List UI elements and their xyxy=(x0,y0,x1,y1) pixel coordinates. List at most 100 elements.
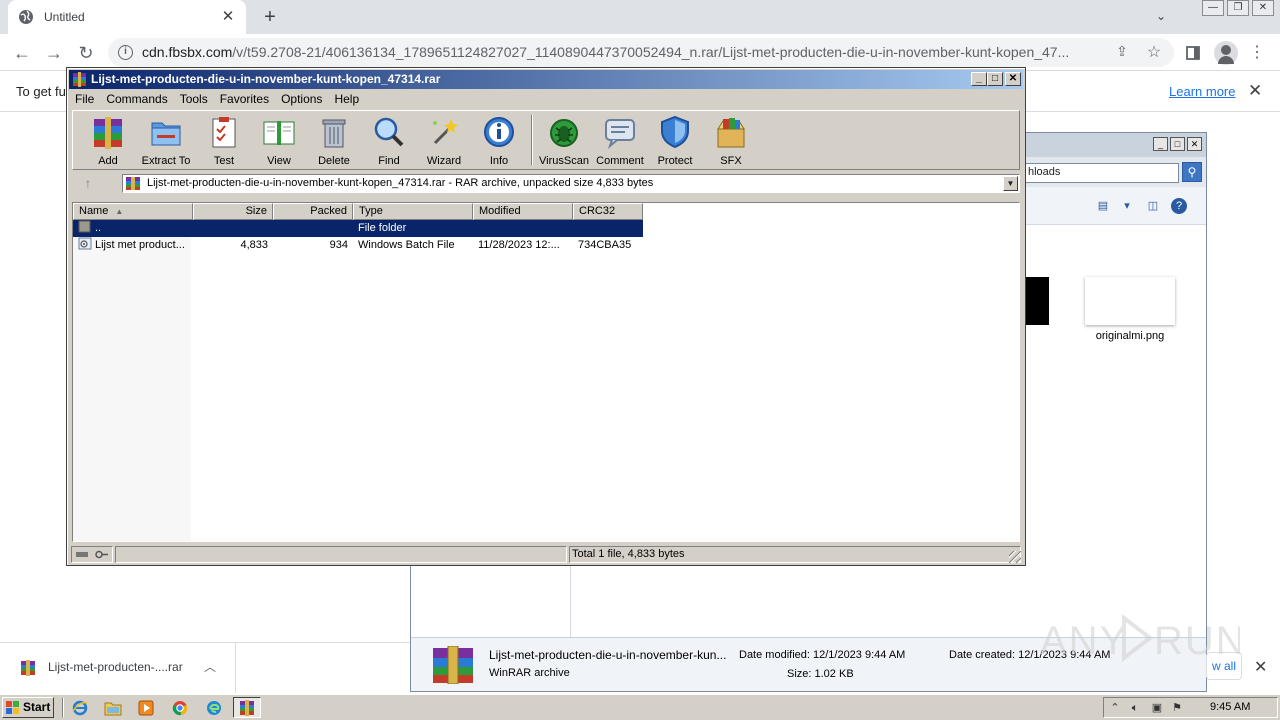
archive-file-list: Name ▲ Size Packed Type Modified CRC32 .… xyxy=(72,202,1020,542)
view-options-icon[interactable]: ▤ xyxy=(1095,199,1111,213)
table-row[interactable]: .. File folder xyxy=(73,220,643,237)
back-arrow-icon[interactable]: ← xyxy=(10,41,34,65)
start-button[interactable]: Start xyxy=(2,697,54,718)
close-button[interactable]: ✕ xyxy=(1252,0,1274,16)
up-one-level-icon[interactable]: ↑ xyxy=(78,175,98,191)
site-info-icon[interactable]: i xyxy=(118,45,133,60)
restore-button[interactable]: ❐ xyxy=(1227,0,1249,16)
taskbar-explorer-icon[interactable] xyxy=(99,697,127,718)
download-item[interactable]: Lijst-met-producten-....rar ︿ xyxy=(0,643,236,693)
find-button[interactable]: Find xyxy=(361,115,417,167)
new-tab-button[interactable]: + xyxy=(258,6,282,28)
wizard-button[interactable]: Wizard xyxy=(416,115,472,167)
archive-path-field[interactable]: Lijst-met-producten-die-u-in-november-ku… xyxy=(122,174,1020,193)
drive-key-icon[interactable] xyxy=(71,546,113,563)
explorer-close-button[interactable]: ✕ xyxy=(1187,137,1202,151)
bookmark-star-icon[interactable]: ☆ xyxy=(1144,42,1164,62)
taskbar-edge-icon[interactable] xyxy=(200,697,228,718)
column-header-modified[interactable]: Modified xyxy=(473,203,573,220)
explorer-maximize-button[interactable]: □ xyxy=(1170,137,1185,151)
column-header-packed[interactable]: Packed xyxy=(273,203,353,220)
menu-file[interactable]: File xyxy=(69,92,100,106)
menu-kebab-icon[interactable]: ⋮ xyxy=(1245,41,1269,65)
path-dropdown-icon[interactable]: ▼ xyxy=(1003,176,1018,191)
taskbar-ie-icon[interactable] xyxy=(66,697,94,718)
column-header-crc32[interactable]: CRC32 xyxy=(573,203,643,220)
protect-button[interactable]: Protect xyxy=(647,115,703,167)
download-shelf-close-icon[interactable]: ✕ xyxy=(1254,657,1267,677)
preview-pane-icon[interactable]: ◫ xyxy=(1145,199,1161,213)
row-crc: 734CBA35 xyxy=(578,239,632,251)
taskbar-chrome-icon[interactable] xyxy=(166,697,194,718)
explorer-minimize-button[interactable]: _ xyxy=(1153,137,1168,151)
info-button[interactable]: Info xyxy=(471,115,527,167)
menu-commands[interactable]: Commands xyxy=(100,92,173,106)
delete-button[interactable]: Delete xyxy=(306,115,362,167)
help-icon[interactable]: ? xyxy=(1171,198,1187,214)
test-button[interactable]: Test xyxy=(196,115,252,167)
column-header-size[interactable]: Size xyxy=(193,203,273,220)
details-file-name: Lijst-met-producten-die-u-in-november-ku… xyxy=(489,648,727,662)
winrar-maximize-button[interactable]: □ xyxy=(987,72,1003,86)
add-label: Add xyxy=(98,155,118,167)
menu-tools[interactable]: Tools xyxy=(174,92,214,106)
batch-file-gear-icon xyxy=(78,237,92,250)
minimize-button[interactable]: — xyxy=(1202,0,1224,16)
add-button[interactable]: Add xyxy=(80,115,136,167)
reload-icon[interactable]: ↻ xyxy=(74,41,98,65)
network-icon[interactable]: ▣ xyxy=(1150,701,1164,715)
taskbar-winrar-icon[interactable] xyxy=(233,697,261,718)
anyrun-watermark: ANY RUN xyxy=(1040,608,1245,668)
windows-logo-icon xyxy=(6,701,19,714)
resize-grip[interactable] xyxy=(1009,551,1021,563)
tab-close-icon[interactable]: ✕ xyxy=(220,9,236,25)
info-icon xyxy=(484,117,514,147)
url-text[interactable]: cdn.fbsbx.com/v/t59.2708-21/406136134_17… xyxy=(142,44,1102,60)
search-icon[interactable]: ⚲ xyxy=(1182,162,1202,182)
row-name: Lijst met product... xyxy=(95,239,185,251)
chevron-up-icon[interactable]: ︿ xyxy=(204,658,216,675)
menu-options[interactable]: Options xyxy=(275,92,328,106)
winrar-minimize-button[interactable]: _ xyxy=(971,72,987,86)
view-dropdown-icon[interactable]: ▾ xyxy=(1119,199,1135,213)
profile-avatar-icon[interactable] xyxy=(1214,41,1238,65)
taskbar-clock[interactable]: 9:45 AM xyxy=(1210,701,1250,713)
menu-help[interactable]: Help xyxy=(328,92,365,106)
winrar-close-button[interactable]: ✕ xyxy=(1005,72,1021,86)
winrar-app-icon xyxy=(73,72,86,87)
download-file-name: Lijst-met-producten-....rar xyxy=(48,660,183,674)
row-name: .. xyxy=(95,222,102,234)
learn-more-link[interactable]: Learn more xyxy=(1169,84,1235,99)
action-center-flag-icon[interactable]: ⚑ xyxy=(1170,701,1184,715)
side-panel-icon[interactable] xyxy=(1181,41,1205,65)
clipboard-check-icon xyxy=(212,117,236,148)
volume-icon[interactable]: 🔈︎ xyxy=(1128,701,1142,715)
winrar-title: Lijst-met-producten-die-u-in-november-ku… xyxy=(91,72,441,86)
extract-to-button[interactable]: Extract To xyxy=(138,115,194,167)
toolbar-separator xyxy=(531,115,533,165)
row-size: 4,833 xyxy=(240,239,268,251)
taskbar-media-player-icon[interactable] xyxy=(132,697,160,718)
browser-tab[interactable]: Untitled ✕ xyxy=(8,0,246,34)
menu-favorites[interactable]: Favorites xyxy=(214,92,275,106)
view-button[interactable]: View xyxy=(251,115,307,167)
winrar-archive-icon xyxy=(431,645,475,685)
column-header-type[interactable]: Type xyxy=(353,203,473,220)
table-row[interactable]: Lijst met product... 4,833 934 Windows B… xyxy=(73,237,643,254)
row-modified: 11/28/2023 12:... xyxy=(478,239,560,251)
column-header-name[interactable]: Name ▲ xyxy=(73,203,193,220)
explorer-search-input[interactable]: hloads xyxy=(1023,163,1179,183)
forward-arrow-icon[interactable]: → xyxy=(42,41,66,65)
info-bar-close-icon[interactable]: ✕ xyxy=(1248,81,1262,101)
share-icon[interactable]: ⇪ xyxy=(1112,43,1132,63)
tray-expand-icon[interactable]: ⌃ xyxy=(1108,701,1122,715)
virusscan-button[interactable]: VirusScan xyxy=(536,115,592,167)
row-type: File folder xyxy=(358,222,407,234)
bug-icon xyxy=(550,119,578,147)
file-thumbnail[interactable]: originalmi.png xyxy=(1085,277,1175,342)
thumbnail-image xyxy=(1085,277,1175,325)
sfx-button[interactable]: SFX xyxy=(703,115,759,167)
comment-button[interactable]: Comment xyxy=(592,115,648,167)
tab-search-chevron-icon[interactable]: ⌄ xyxy=(1151,9,1171,25)
address-bar[interactable]: i cdn.fbsbx.com/v/t59.2708-21/406136134_… xyxy=(108,38,1174,67)
